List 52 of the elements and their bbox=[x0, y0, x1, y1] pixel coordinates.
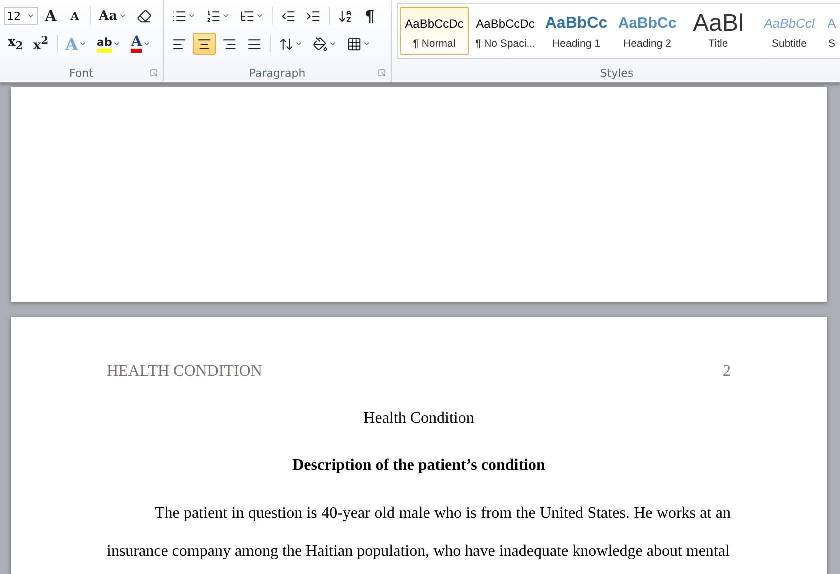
style-item[interactable]: AaBbCcDc ¶ Normal bbox=[400, 7, 469, 55]
caret-icon bbox=[27, 12, 35, 20]
style-item[interactable]: AaBbCc Heading 1 bbox=[542, 7, 611, 55]
font-color-button[interactable]: A bbox=[127, 33, 156, 55]
outdent-icon bbox=[281, 8, 296, 24]
section-heading: Description of the patient’s condition bbox=[292, 457, 546, 475]
caret-icon bbox=[79, 40, 88, 48]
subscript-button[interactable]: x$_{2}$ bbox=[4, 33, 28, 55]
caret-icon bbox=[329, 40, 337, 48]
align-center-button[interactable] bbox=[193, 33, 216, 55]
show-marks-button[interactable]: ¶ bbox=[359, 5, 381, 27]
style-item[interactable]: AaBl Title bbox=[684, 7, 753, 55]
caret-icon bbox=[363, 40, 371, 48]
indent-icon bbox=[306, 8, 321, 24]
dialog-launcher-icon[interactable] bbox=[378, 69, 386, 77]
caret-icon bbox=[113, 40, 122, 48]
grid-icon bbox=[347, 36, 362, 52]
align-justify-icon bbox=[247, 36, 262, 52]
style-item[interactable]: AaBbCcDc ¶ No Spaci... bbox=[471, 7, 540, 55]
caret-icon bbox=[188, 12, 196, 20]
style-item[interactable]: AaBbCc Heading 2 bbox=[613, 7, 682, 55]
caret-icon bbox=[118, 12, 127, 20]
align-center-icon bbox=[197, 36, 212, 52]
caret-icon bbox=[295, 40, 303, 48]
group-label: Paragraph bbox=[249, 66, 306, 80]
group-label: Font bbox=[70, 66, 94, 80]
highlight-button[interactable]: ab bbox=[93, 33, 126, 55]
multilevel-list-icon bbox=[240, 8, 255, 24]
font-size-field[interactable]: 12 bbox=[4, 7, 38, 25]
sort-icon bbox=[338, 8, 353, 24]
group-label: Styles bbox=[600, 66, 634, 80]
grow-font-button[interactable]: A bbox=[40, 5, 62, 27]
caret-icon bbox=[222, 12, 230, 20]
shrink-font-button[interactable]: A bbox=[64, 5, 86, 27]
running-header: HEALTH CONDITION bbox=[107, 363, 262, 381]
caret-icon bbox=[143, 40, 152, 48]
superscript-button[interactable]: x$^{2}$ bbox=[29, 33, 53, 55]
eraser-icon bbox=[136, 8, 152, 24]
page-number: 2 bbox=[723, 363, 731, 381]
bullet-list-icon bbox=[172, 8, 187, 24]
style-item[interactable]: A S bbox=[826, 7, 838, 55]
line-spacing-icon bbox=[279, 36, 294, 52]
align-right-icon bbox=[222, 36, 237, 52]
numbered-list-icon bbox=[206, 8, 221, 24]
style-item[interactable]: AaBbCcl Subtitle bbox=[755, 7, 824, 55]
dialog-launcher-icon[interactable] bbox=[150, 69, 158, 77]
body-paragraph: The patient in question is 40-year old male who is from the United States. He works at an insurance company among the Haitian population, who have inadequate knowledge about mental bbox=[107, 504, 731, 562]
document-title: Health Condition bbox=[362, 410, 476, 428]
paint-bucket-icon bbox=[313, 36, 328, 52]
align-left-icon bbox=[172, 36, 187, 52]
caret-icon bbox=[256, 12, 264, 20]
change-case-button[interactable]: Aa bbox=[95, 5, 131, 27]
